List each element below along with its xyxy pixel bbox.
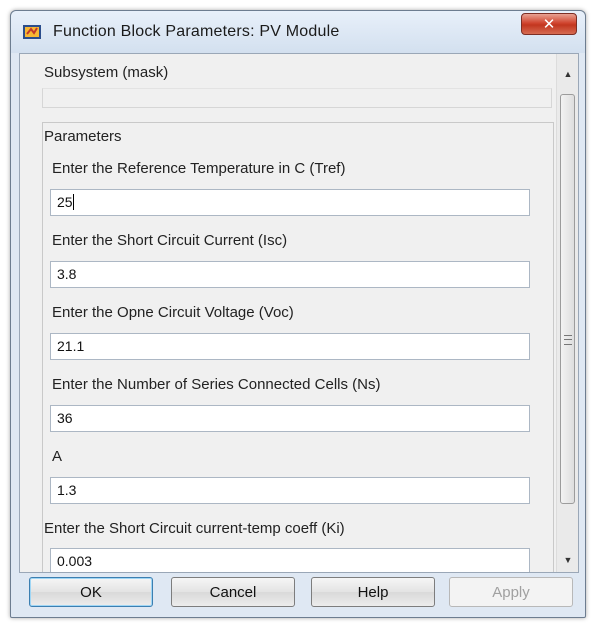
subsystem-label: Subsystem (mask): [44, 64, 169, 81]
ki-input[interactable]: 0.003: [50, 548, 530, 572]
ki-label: Enter the Short Circuit current-temp coe…: [44, 520, 345, 537]
subsystem-description: [42, 88, 552, 108]
vertical-scrollbar[interactable]: ▲ ▼: [556, 54, 578, 572]
scroll-thumb[interactable]: [560, 94, 575, 504]
close-button[interactable]: ✕: [521, 13, 577, 35]
tref-label: Enter the Reference Temperature in C (Tr…: [52, 160, 346, 177]
simulink-icon: [23, 25, 41, 39]
isc-input[interactable]: 3.8: [50, 261, 530, 288]
scroll-up-icon[interactable]: ▲: [557, 64, 578, 84]
window-title: Function Block Parameters: PV Module: [53, 23, 340, 40]
grip-icon: [564, 335, 572, 345]
voc-input[interactable]: 21.1: [50, 333, 530, 360]
tref-value: 25: [57, 194, 73, 210]
dialog-window: Function Block Parameters: PV Module ✕ S…: [10, 10, 586, 618]
isc-label: Enter the Short Circuit Current (Isc): [52, 232, 288, 249]
ok-button[interactable]: OK: [29, 577, 153, 607]
ns-input[interactable]: 36: [50, 405, 530, 432]
voc-label: Enter the Opne Circuit Voltage (Voc): [52, 304, 294, 321]
scroll-down-icon[interactable]: ▼: [557, 550, 578, 570]
parameters-pane: Subsystem (mask) Parameters Enter the Re…: [19, 53, 579, 573]
tref-input[interactable]: 25: [50, 189, 530, 216]
ns-label: Enter the Number of Series Connected Cel…: [52, 376, 381, 393]
help-button[interactable]: Help: [311, 577, 435, 607]
apply-button[interactable]: Apply: [449, 577, 573, 607]
a-label: A: [52, 448, 63, 465]
text-caret: [72, 194, 74, 210]
a-input[interactable]: 1.3: [50, 477, 530, 504]
cancel-button[interactable]: Cancel: [171, 577, 295, 607]
parameters-label: Parameters: [44, 128, 122, 145]
title-bar[interactable]: Function Block Parameters: PV Module ✕: [11, 11, 585, 53]
